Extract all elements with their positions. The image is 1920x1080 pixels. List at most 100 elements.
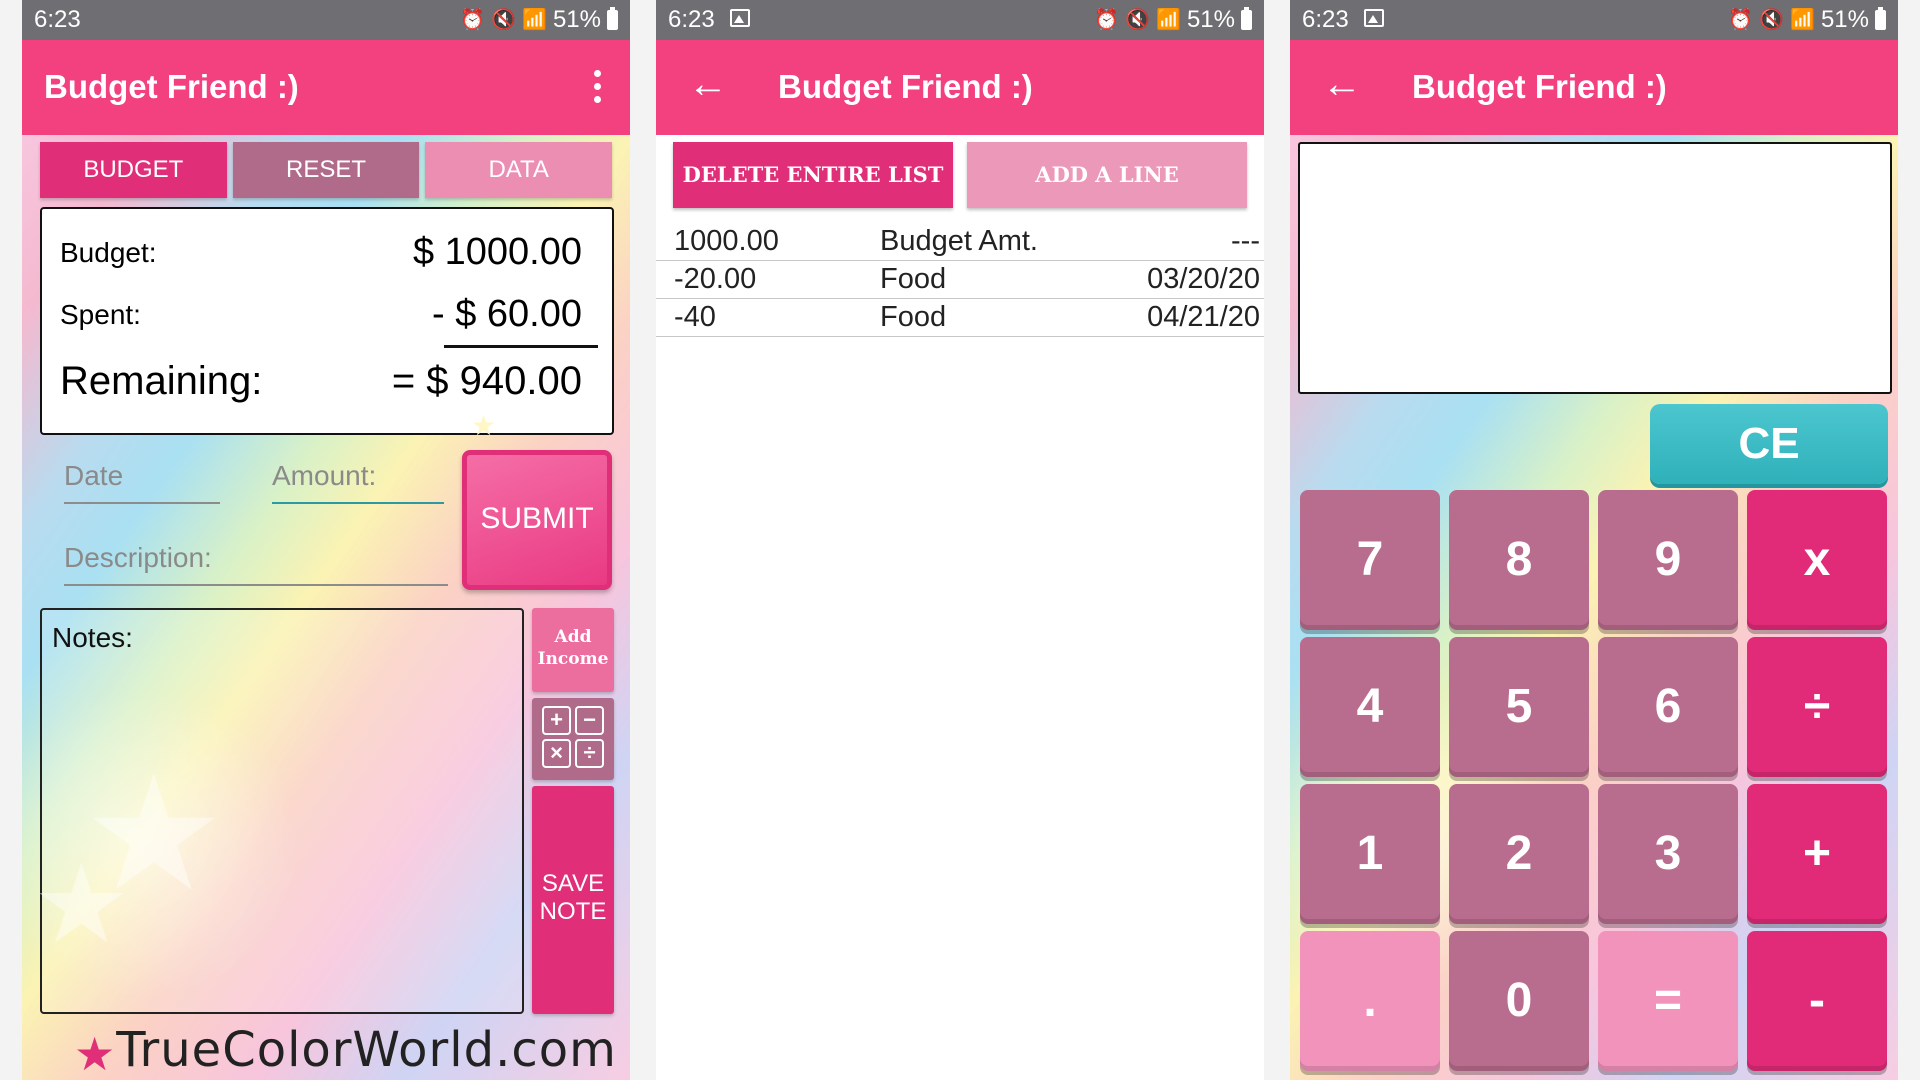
amount-placeholder: Amount: — [272, 460, 377, 491]
star-icon: ★ — [471, 410, 497, 441]
image-notification-icon — [1364, 9, 1384, 27]
row-amount: 1000.00 — [674, 225, 779, 257]
tab-bar: BUDGET RESET DATA — [40, 142, 613, 198]
key-divide[interactable]: ÷ — [1747, 637, 1887, 777]
notes-label: Notes: — [52, 622, 133, 653]
key-5[interactable]: 5 — [1449, 637, 1589, 777]
mute-icon: 🔇 — [1125, 9, 1151, 31]
budget-value: $ 1000.00 — [412, 231, 582, 273]
transactions-list: 1000.00 Budget Amt. --- -20.00 Food 03/2… — [656, 223, 1264, 337]
calculator-icon: + − × ÷ — [542, 706, 604, 768]
tab-reset[interactable]: RESET — [232, 142, 420, 198]
battery-icon — [1241, 7, 1252, 30]
key-6[interactable]: 6 — [1598, 637, 1738, 777]
key-9[interactable]: 9 — [1598, 490, 1738, 630]
table-row[interactable]: -20.00 Food 03/20/20 — [656, 261, 1264, 299]
description-field[interactable]: Description: — [64, 542, 448, 586]
key-0[interactable]: 0 — [1449, 931, 1589, 1071]
tab-data[interactable]: DATA — [425, 142, 613, 198]
remaining-label: Remaining: — [60, 359, 263, 403]
submit-button[interactable]: ★ SUBMIT — [462, 410, 612, 590]
key-8[interactable]: 8 — [1449, 490, 1589, 630]
save-note-button[interactable]: SAVE NOTE — [532, 786, 614, 1014]
app-bar: Budget Friend :) — [22, 40, 630, 135]
image-notification-icon — [730, 9, 750, 27]
notes-area[interactable]: Notes: ★ ★ — [32, 608, 524, 1014]
wifi-icon: 📶 — [522, 9, 547, 31]
times-symbol: × — [542, 739, 571, 768]
description-placeholder: Description: — [64, 542, 212, 573]
status-time: 6:23 — [668, 6, 715, 33]
date-placeholder: Date — [64, 460, 124, 491]
key-decimal[interactable]: . — [1300, 931, 1440, 1071]
row-description: Food — [880, 263, 947, 295]
alarm-icon: ⏰ — [460, 9, 486, 31]
calculator-display — [1298, 142, 1892, 394]
alarm-icon: ⏰ — [1094, 9, 1120, 31]
data-screen: 6:23 ⏰ 🔇 📶 51% ← Budget Friend :) DELETE… — [656, 0, 1264, 1080]
watermark-text: TrueColorWorld.com — [116, 1022, 617, 1078]
date-field[interactable]: Date — [64, 460, 220, 504]
mute-icon: 🔇 — [491, 9, 517, 31]
table-row[interactable]: 1000.00 Budget Amt. --- — [656, 223, 1264, 261]
key-4[interactable]: 4 — [1300, 637, 1440, 777]
key-equals[interactable]: = — [1598, 931, 1738, 1071]
key-2[interactable]: 2 — [1449, 784, 1589, 924]
app-title: Budget Friend :) — [44, 68, 299, 105]
back-arrow-icon[interactable]: ← — [1322, 62, 1362, 107]
battery-percent: 51% — [1186, 6, 1235, 33]
key-multiply[interactable]: x — [1747, 490, 1887, 630]
clear-entry-button[interactable]: CE — [1650, 404, 1888, 484]
battery-icon — [607, 7, 618, 30]
table-row[interactable]: -40 Food 04/21/20 — [656, 299, 1264, 337]
submit-label: SUBMIT — [480, 502, 594, 535]
calculator-button[interactable]: + − × ÷ — [532, 698, 614, 780]
app-title: Budget Friend :) — [1412, 68, 1667, 105]
budget-label: Budget: — [60, 237, 157, 268]
calculator-screen: 6:23 ⏰ 🔇 📶 51% ← Budget Friend :) CE 7 8… — [1290, 0, 1898, 1080]
decorative-star-icon: ★ — [32, 843, 131, 966]
key-plus[interactable]: + — [1747, 784, 1887, 924]
key-minus[interactable]: - — [1747, 931, 1887, 1071]
app-title: Budget Friend :) — [778, 68, 1033, 105]
plus-symbol: + — [542, 706, 571, 735]
spent-label: Spent: — [60, 299, 141, 330]
battery-percent: 51% — [552, 6, 601, 33]
app-bar: ← Budget Friend :) — [1290, 40, 1898, 135]
wifi-icon: 📶 — [1156, 9, 1181, 31]
row-date: --- — [1231, 225, 1260, 257]
sum-divider — [444, 345, 598, 348]
alarm-icon: ⏰ — [1728, 9, 1754, 31]
pink-star-icon: ★ — [74, 1027, 117, 1080]
amount-underline — [272, 502, 444, 504]
amount-field[interactable]: Amount: — [272, 460, 444, 504]
delete-entire-list-button[interactable]: DELETE ENTIRE LIST — [673, 142, 953, 208]
tab-budget[interactable]: BUDGET — [40, 142, 227, 198]
status-bar: 6:23 ⏰ 🔇 📶 51% — [1290, 0, 1898, 40]
minus-symbol: − — [575, 706, 604, 735]
add-income-button[interactable]: Add Income — [532, 608, 614, 692]
app-bar: ← Budget Friend :) — [656, 40, 1264, 135]
key-7[interactable]: 7 — [1300, 490, 1440, 630]
battery-icon — [1875, 7, 1886, 30]
watermark: ★TrueColorWorld.com — [74, 1022, 617, 1080]
status-icons: ⏰ 🔇 📶 51% — [460, 0, 618, 40]
overflow-menu-icon[interactable] — [594, 70, 602, 103]
budget-screen: 6:23 ⏰ 🔇 📶 51% Budget Friend :) BUDGET R… — [22, 0, 630, 1080]
add-a-line-button[interactable]: ADD A LINE — [967, 142, 1247, 208]
key-3[interactable]: 3 — [1598, 784, 1738, 924]
row-date: 04/21/20 — [1147, 301, 1260, 333]
row-description: Food — [880, 301, 947, 333]
description-underline — [64, 584, 448, 586]
key-1[interactable]: 1 — [1300, 784, 1440, 924]
date-underline — [64, 502, 220, 504]
status-bar: 6:23 ⏰ 🔇 📶 51% — [656, 0, 1264, 40]
row-description: Budget Amt. — [880, 225, 1038, 257]
remaining-value: = $ 940.00 — [391, 359, 582, 403]
row-date: 03/20/20 — [1147, 263, 1260, 295]
row-amount: -20.00 — [674, 263, 757, 295]
status-time: 6:23 — [1302, 6, 1349, 33]
status-icons: ⏰ 🔇 📶 51% — [1094, 0, 1252, 40]
wifi-icon: 📶 — [1790, 9, 1815, 31]
back-arrow-icon[interactable]: ← — [688, 62, 728, 107]
